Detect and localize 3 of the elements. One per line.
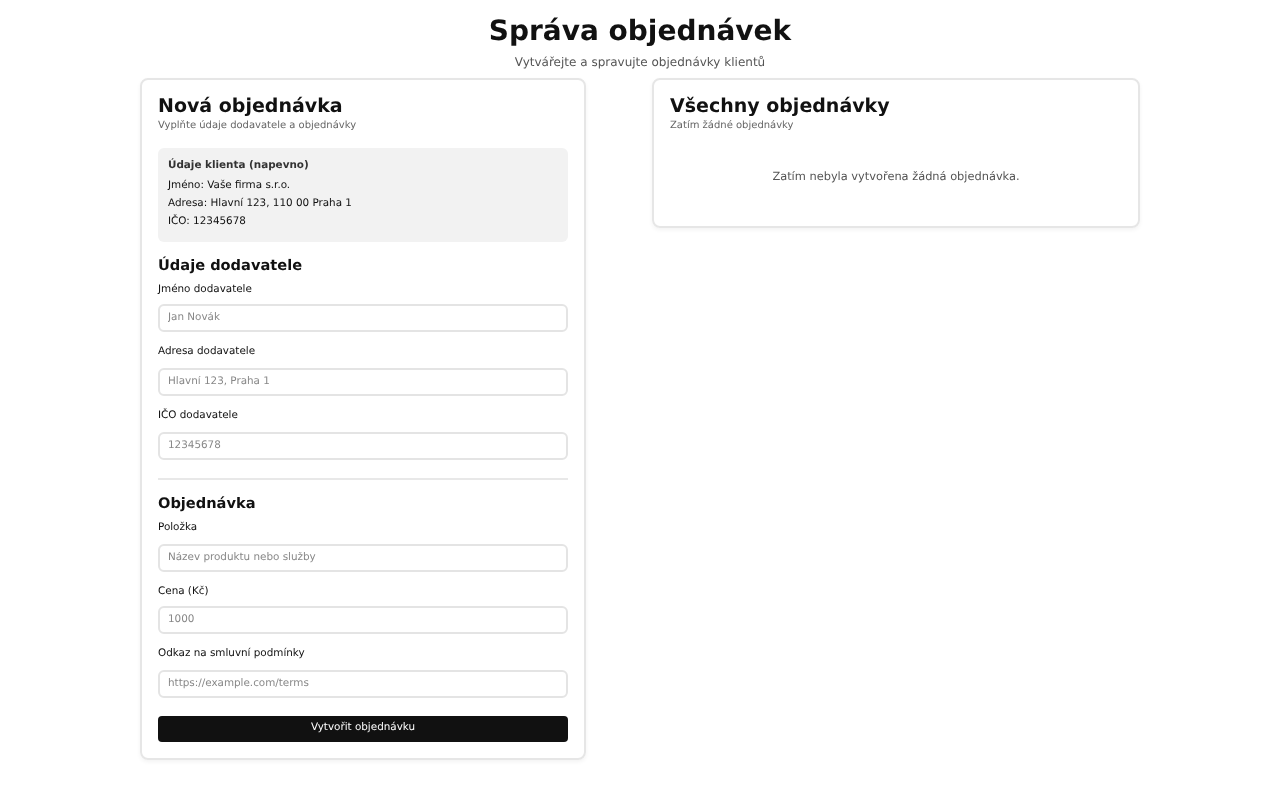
card-title: Všechny objednávky [670,95,892,118]
card-title: Nová objednávka [158,95,345,118]
page-title: Správa objednávek [486,16,794,50]
